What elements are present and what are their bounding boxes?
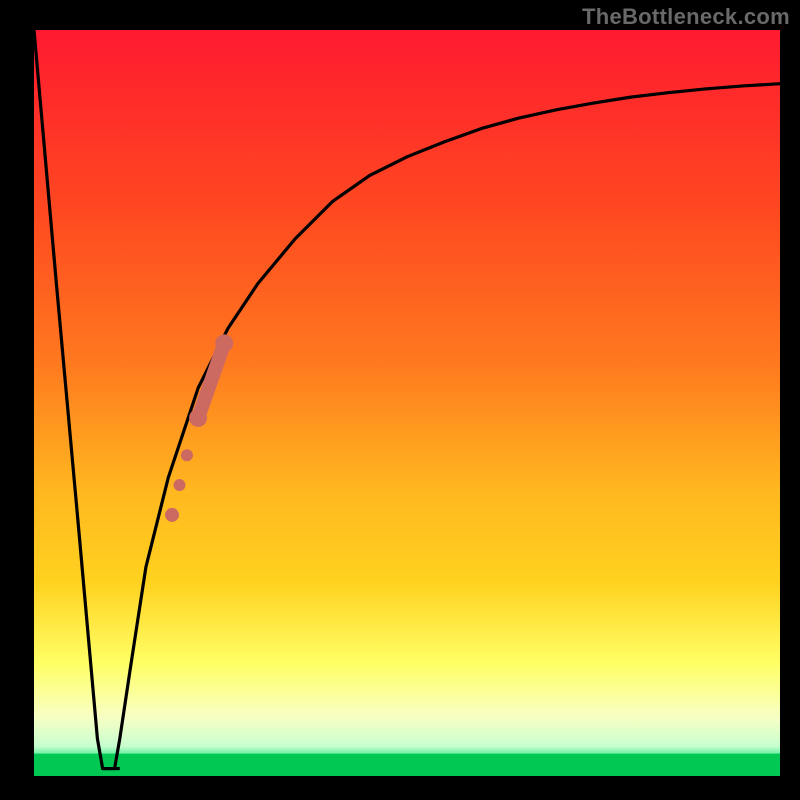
marker-dot [215, 334, 233, 352]
marker-dot [189, 409, 207, 427]
green-band [34, 754, 780, 776]
chart-stage: TheBottleneck.com [0, 0, 800, 800]
bottleneck-chart [0, 0, 800, 800]
marker-dot [165, 508, 179, 522]
gradient-background [34, 30, 780, 776]
attribution-text: TheBottleneck.com [582, 4, 790, 30]
marker-dot [181, 449, 193, 461]
marker-dot [173, 479, 185, 491]
